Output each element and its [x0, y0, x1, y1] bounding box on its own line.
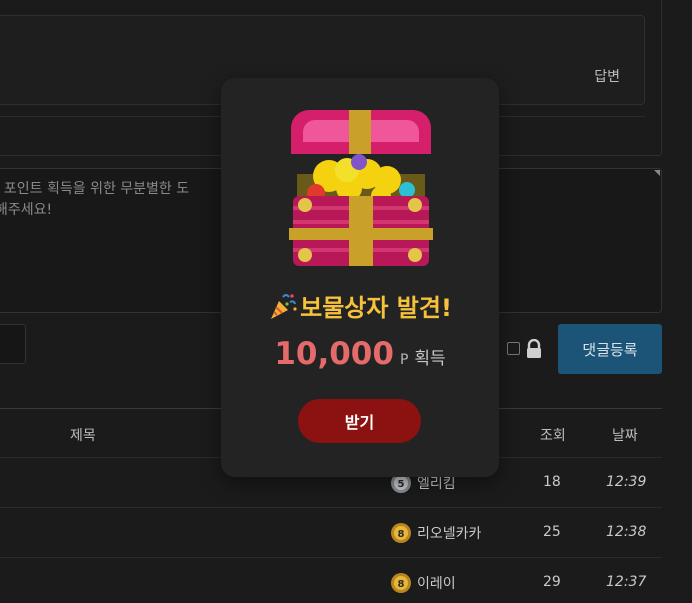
reward-unit: P: [399, 352, 409, 368]
lock-icon: [527, 339, 541, 358]
row-date: 12:39: [606, 474, 647, 490]
popup-title-text: 보물상자 발견!: [300, 294, 452, 322]
row-views: 29: [543, 574, 561, 590]
svg-text:8: 8: [398, 529, 405, 540]
claim-button[interactable]: 받기: [298, 399, 421, 443]
author-name: 리오넬카카: [417, 526, 482, 542]
comment-placeholder: , 포인트 획득을 위한 무분별한 도 해주세요!: [0, 181, 190, 218]
treasure-popup: 보물상자 발견! 10,000 P 획득 받기: [221, 78, 499, 477]
row-views: 18: [543, 474, 561, 490]
table-row[interactable]: 8 이레이 29 12:37: [0, 558, 662, 603]
table-row[interactable]: 8 리오넬카카 25 12:38: [0, 508, 662, 558]
row-author[interactable]: 8 이레이: [390, 572, 456, 594]
row-author[interactable]: 8 리오넬카카: [390, 522, 481, 544]
header-views: 조회: [540, 428, 566, 444]
reward-line: 10,000 P 획득: [221, 336, 499, 372]
svg-text:8: 8: [398, 579, 405, 590]
header-date: 날짜: [612, 428, 638, 444]
secret-checkbox[interactable]: [507, 342, 520, 355]
answer-label: 답변: [594, 69, 620, 85]
level-badge-icon: 8: [391, 573, 411, 593]
name-input[interactable]: [0, 324, 26, 364]
party-popper-icon: [271, 293, 297, 319]
header-title: 제목: [70, 428, 96, 444]
reward-suffix: 획득: [414, 349, 446, 369]
row-date: 12:37: [606, 574, 647, 590]
author-name: 이레이: [417, 576, 456, 592]
treasure-chest-icon: [289, 110, 433, 266]
svg-text:5: 5: [398, 479, 405, 490]
popup-title: 보물상자 발견!: [221, 288, 499, 323]
row-views: 25: [543, 524, 561, 540]
row-date: 12:38: [606, 524, 647, 540]
level-badge-icon: 8: [391, 523, 411, 543]
comment-submit-button[interactable]: 댓글등록: [558, 324, 662, 374]
resize-handle[interactable]: [654, 170, 660, 176]
reward-amount: 10,000: [274, 336, 394, 372]
